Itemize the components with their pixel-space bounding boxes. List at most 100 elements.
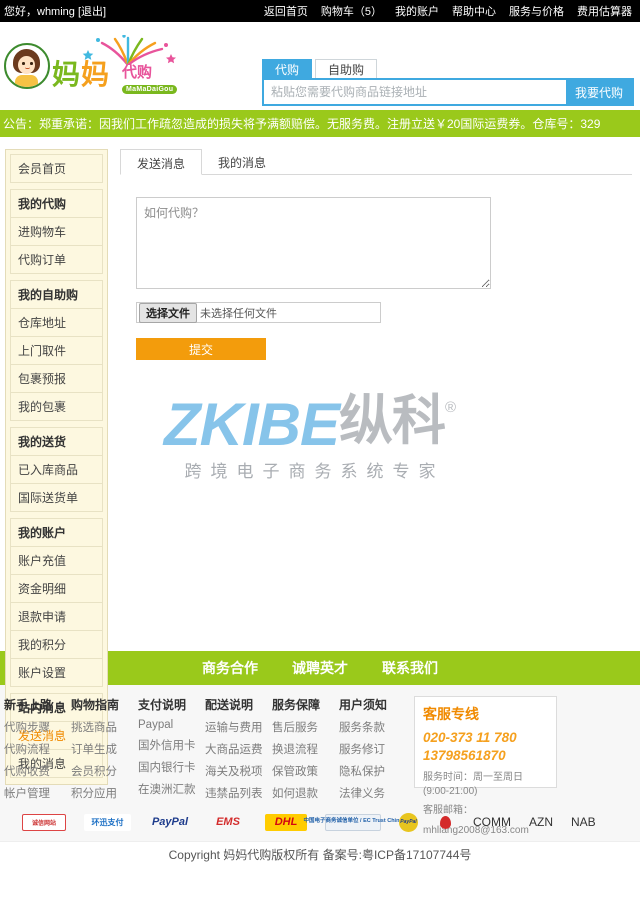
service-phone-primary: 020-373 11 780 xyxy=(423,730,517,745)
footer-link[interactable]: 在澳洲汇款 xyxy=(138,781,205,797)
footer-link[interactable]: 会员积分 xyxy=(71,763,138,779)
sidebar-item-my-parcels[interactable]: 我的包裹 xyxy=(10,392,103,421)
search-submit-button[interactable]: 我要代购 xyxy=(566,80,632,104)
footer-link[interactable]: 大商品运费 xyxy=(205,741,272,757)
footer-nav-careers[interactable]: 诚聘英才 xyxy=(292,658,348,678)
sidebar-item-daigou-orders[interactable]: 代购订单 xyxy=(10,245,103,274)
footer-column-title: 配送说明 xyxy=(205,698,254,712)
footer-link[interactable]: 帐户管理 xyxy=(4,785,71,801)
footer-link[interactable]: 违禁品列表 xyxy=(205,785,272,801)
footer-link[interactable]: 订单生成 xyxy=(71,741,138,757)
search-input-row: 我要代购 xyxy=(262,78,634,106)
logo-brand-cn: 妈妈 xyxy=(52,59,111,90)
footer-link[interactable]: 如何退款 xyxy=(272,785,339,801)
choose-file-button[interactable]: 选择文件 xyxy=(139,302,197,323)
top-nav-link-account[interactable]: 我的账户 xyxy=(395,3,439,19)
logo-brand-suffix: 代购 xyxy=(122,64,153,81)
footer-link[interactable]: 积分应用 xyxy=(71,785,138,801)
zkibe-watermark: ZKIBE 纵科 ® 跨境电子商务系统专家 xyxy=(145,391,475,482)
footer-link[interactable]: 代购流程 xyxy=(4,741,71,757)
sidebar-item-shopping-cart[interactable]: 进购物车 xyxy=(10,217,103,246)
footer-column-shipping: 配送说明 运输与费用 大商品运费 海关及税项 违禁品列表 xyxy=(205,696,272,803)
watermark-tagline: 跨境电子商务系统专家 xyxy=(184,462,445,482)
registered-trademark-icon: ® xyxy=(444,399,457,416)
sidebar-item-fund-details[interactable]: 资金明细 xyxy=(10,574,103,603)
nab-bank-logo-icon: NAB xyxy=(571,815,596,829)
sidebar-item-account-settings[interactable]: 账户设置 xyxy=(10,658,103,687)
watermark-cjk: 纵科 xyxy=(338,391,446,451)
footer-link[interactable]: 售后服务 xyxy=(272,719,339,735)
top-nav-link-home[interactable]: 返回首页 xyxy=(264,3,308,19)
site-logo[interactable]: 妈妈 代购 MaMaDaiGou xyxy=(4,35,204,97)
top-nav-link-fee-calculator[interactable]: 费用估算器 xyxy=(577,3,632,19)
top-utility-bar: 您好，whming [退出] 返回首页 购物车（5） 我的账户 帮助中心 服务与… xyxy=(0,0,640,22)
site-header: 妈妈 代购 MaMaDaiGou 代购 自助购 我要代购 xyxy=(0,22,640,110)
sidebar-item-member-home[interactable]: 会员首页 xyxy=(10,154,103,183)
watermark-latin: ZKIBE xyxy=(163,391,340,458)
footer-link[interactable]: 服务修订 xyxy=(339,741,406,757)
footer-nav-contact-us[interactable]: 联系我们 xyxy=(382,658,438,678)
top-nav-link-service-price[interactable]: 服务与价格 xyxy=(509,3,564,19)
footer-link[interactable]: 海关及税项 xyxy=(205,763,272,779)
footer-column-title: 用户须知 xyxy=(339,698,388,712)
sidebar-item-account-recharge[interactable]: 账户充值 xyxy=(10,546,103,575)
page-body: 会员首页 我的代购 进购物车 代购订单 我的自助购 仓库地址 上门取件 包裹预报… xyxy=(0,137,640,785)
sidebar-item-door-pickup[interactable]: 上门取件 xyxy=(10,336,103,365)
paypal-seal-logo-icon: PayPal xyxy=(399,812,418,832)
search-tab-self-serve[interactable]: 自助购 xyxy=(315,59,378,78)
service-hotline-title: 客服专线 xyxy=(423,706,479,722)
content-tabs: 发送消息 我的消息 xyxy=(120,149,632,175)
mascot-avatar-icon xyxy=(4,43,50,89)
main-content: 发送消息 我的消息 选择文件 未选择任何文件 提交 ZKIBE 纵科 ® 跨境电… xyxy=(120,149,632,637)
logo-pinyin: MaMaDaiGou xyxy=(122,85,178,94)
sidebar-group-daigou[interactable]: 我的代购 xyxy=(10,189,103,218)
footer-link[interactable]: Paypal xyxy=(138,719,205,731)
top-nav: 返回首页 购物车（5） 我的账户 帮助中心 服务与价格 费用估算器 xyxy=(264,3,632,19)
footer-link[interactable]: 挑选商品 xyxy=(71,719,138,735)
search-tab-daigou[interactable]: 代购 xyxy=(262,59,313,78)
top-nav-link-cart[interactable]: 购物车（5） xyxy=(321,3,382,19)
tab-my-messages[interactable]: 我的消息 xyxy=(202,149,282,174)
top-nav-link-help[interactable]: 帮助中心 xyxy=(452,3,496,19)
product-search-module: 代购 自助购 我要代购 xyxy=(262,59,634,106)
footer-link[interactable]: 国内银行卡 xyxy=(138,759,205,775)
service-phone-secondary: 13798561870 xyxy=(423,748,506,764)
footer-column-payment: 支付说明 Paypal 国外信用卡 国内银行卡 在澳洲汇款 xyxy=(138,696,205,803)
sidebar-item-parcel-forecast[interactable]: 包裹预报 xyxy=(10,364,103,393)
footer-column-newbie: 新手上路 代购步骤 代购流程 代购收费 帐户管理 xyxy=(4,696,71,803)
footer-column-shopping-guide: 购物指南 挑选商品 订单生成 会员积分 积分应用 xyxy=(71,696,138,803)
footer-column-user-notice: 用户须知 服务条款 服务修订 隐私保护 法律义务 xyxy=(339,696,406,803)
footer-link[interactable]: 隐私保护 xyxy=(339,763,406,779)
azn-bank-logo-icon: AZN xyxy=(529,815,553,829)
sidebar-item-stocked-goods[interactable]: 已入库商品 xyxy=(10,455,103,484)
footer-link[interactable]: 法律义务 xyxy=(339,785,406,801)
submit-button[interactable]: 提交 xyxy=(136,338,266,360)
dhl-logo-icon: DHL xyxy=(265,813,307,831)
tab-send-message[interactable]: 发送消息 xyxy=(120,149,203,175)
footer-link[interactable]: 代购收费 xyxy=(4,763,71,779)
search-input[interactable] xyxy=(264,80,566,104)
sidebar-group-account[interactable]: 我的账户 xyxy=(10,518,103,547)
sidebar-item-my-points[interactable]: 我的积分 xyxy=(10,630,103,659)
message-textarea[interactable] xyxy=(136,197,491,289)
sidebar-item-refund-request[interactable]: 退款申请 xyxy=(10,602,103,631)
sidebar-group-delivery[interactable]: 我的送货 xyxy=(10,427,103,456)
copyright-bar: Copyright 妈妈代购版权所有 备案号:粤ICP备17107744号 xyxy=(0,841,640,867)
file-upload-field[interactable]: 选择文件 未选择任何文件 xyxy=(136,302,381,323)
footer-link[interactable]: 运输与费用 xyxy=(205,719,272,735)
footer-link[interactable]: 国外信用卡 xyxy=(138,737,205,753)
footer-link[interactable]: 服务条款 xyxy=(339,719,406,735)
footer-nav-business-cooperation[interactable]: 商务合作 xyxy=(202,658,258,678)
sidebar-item-warehouse-address[interactable]: 仓库地址 xyxy=(10,308,103,337)
footer-link[interactable]: 代购步骤 xyxy=(4,719,71,735)
announcement-bar: 公告：郑重承诺：因我们工作疏忽造成的损失将予满额赔偿。无服务费。注册立送￥20国… xyxy=(0,110,640,137)
footer-column-title: 支付说明 xyxy=(138,698,187,712)
sidebar-group-self-serve[interactable]: 我的自助购 xyxy=(10,280,103,309)
customer-service-box: 客服专线 020-373 11 780 13798561870 服务时间：周一至… xyxy=(414,696,557,836)
search-mode-tabs: 代购 自助购 xyxy=(262,59,634,78)
footer-link[interactable]: 换退流程 xyxy=(272,741,339,757)
paypal-logo-icon: PayPal xyxy=(151,816,189,828)
footer-link[interactable]: 保管政策 xyxy=(272,763,339,779)
service-hours: 服务时间：周一至周日(9:00-21:00) xyxy=(423,772,523,797)
sidebar-item-international-shipment[interactable]: 国际送货单 xyxy=(10,483,103,512)
